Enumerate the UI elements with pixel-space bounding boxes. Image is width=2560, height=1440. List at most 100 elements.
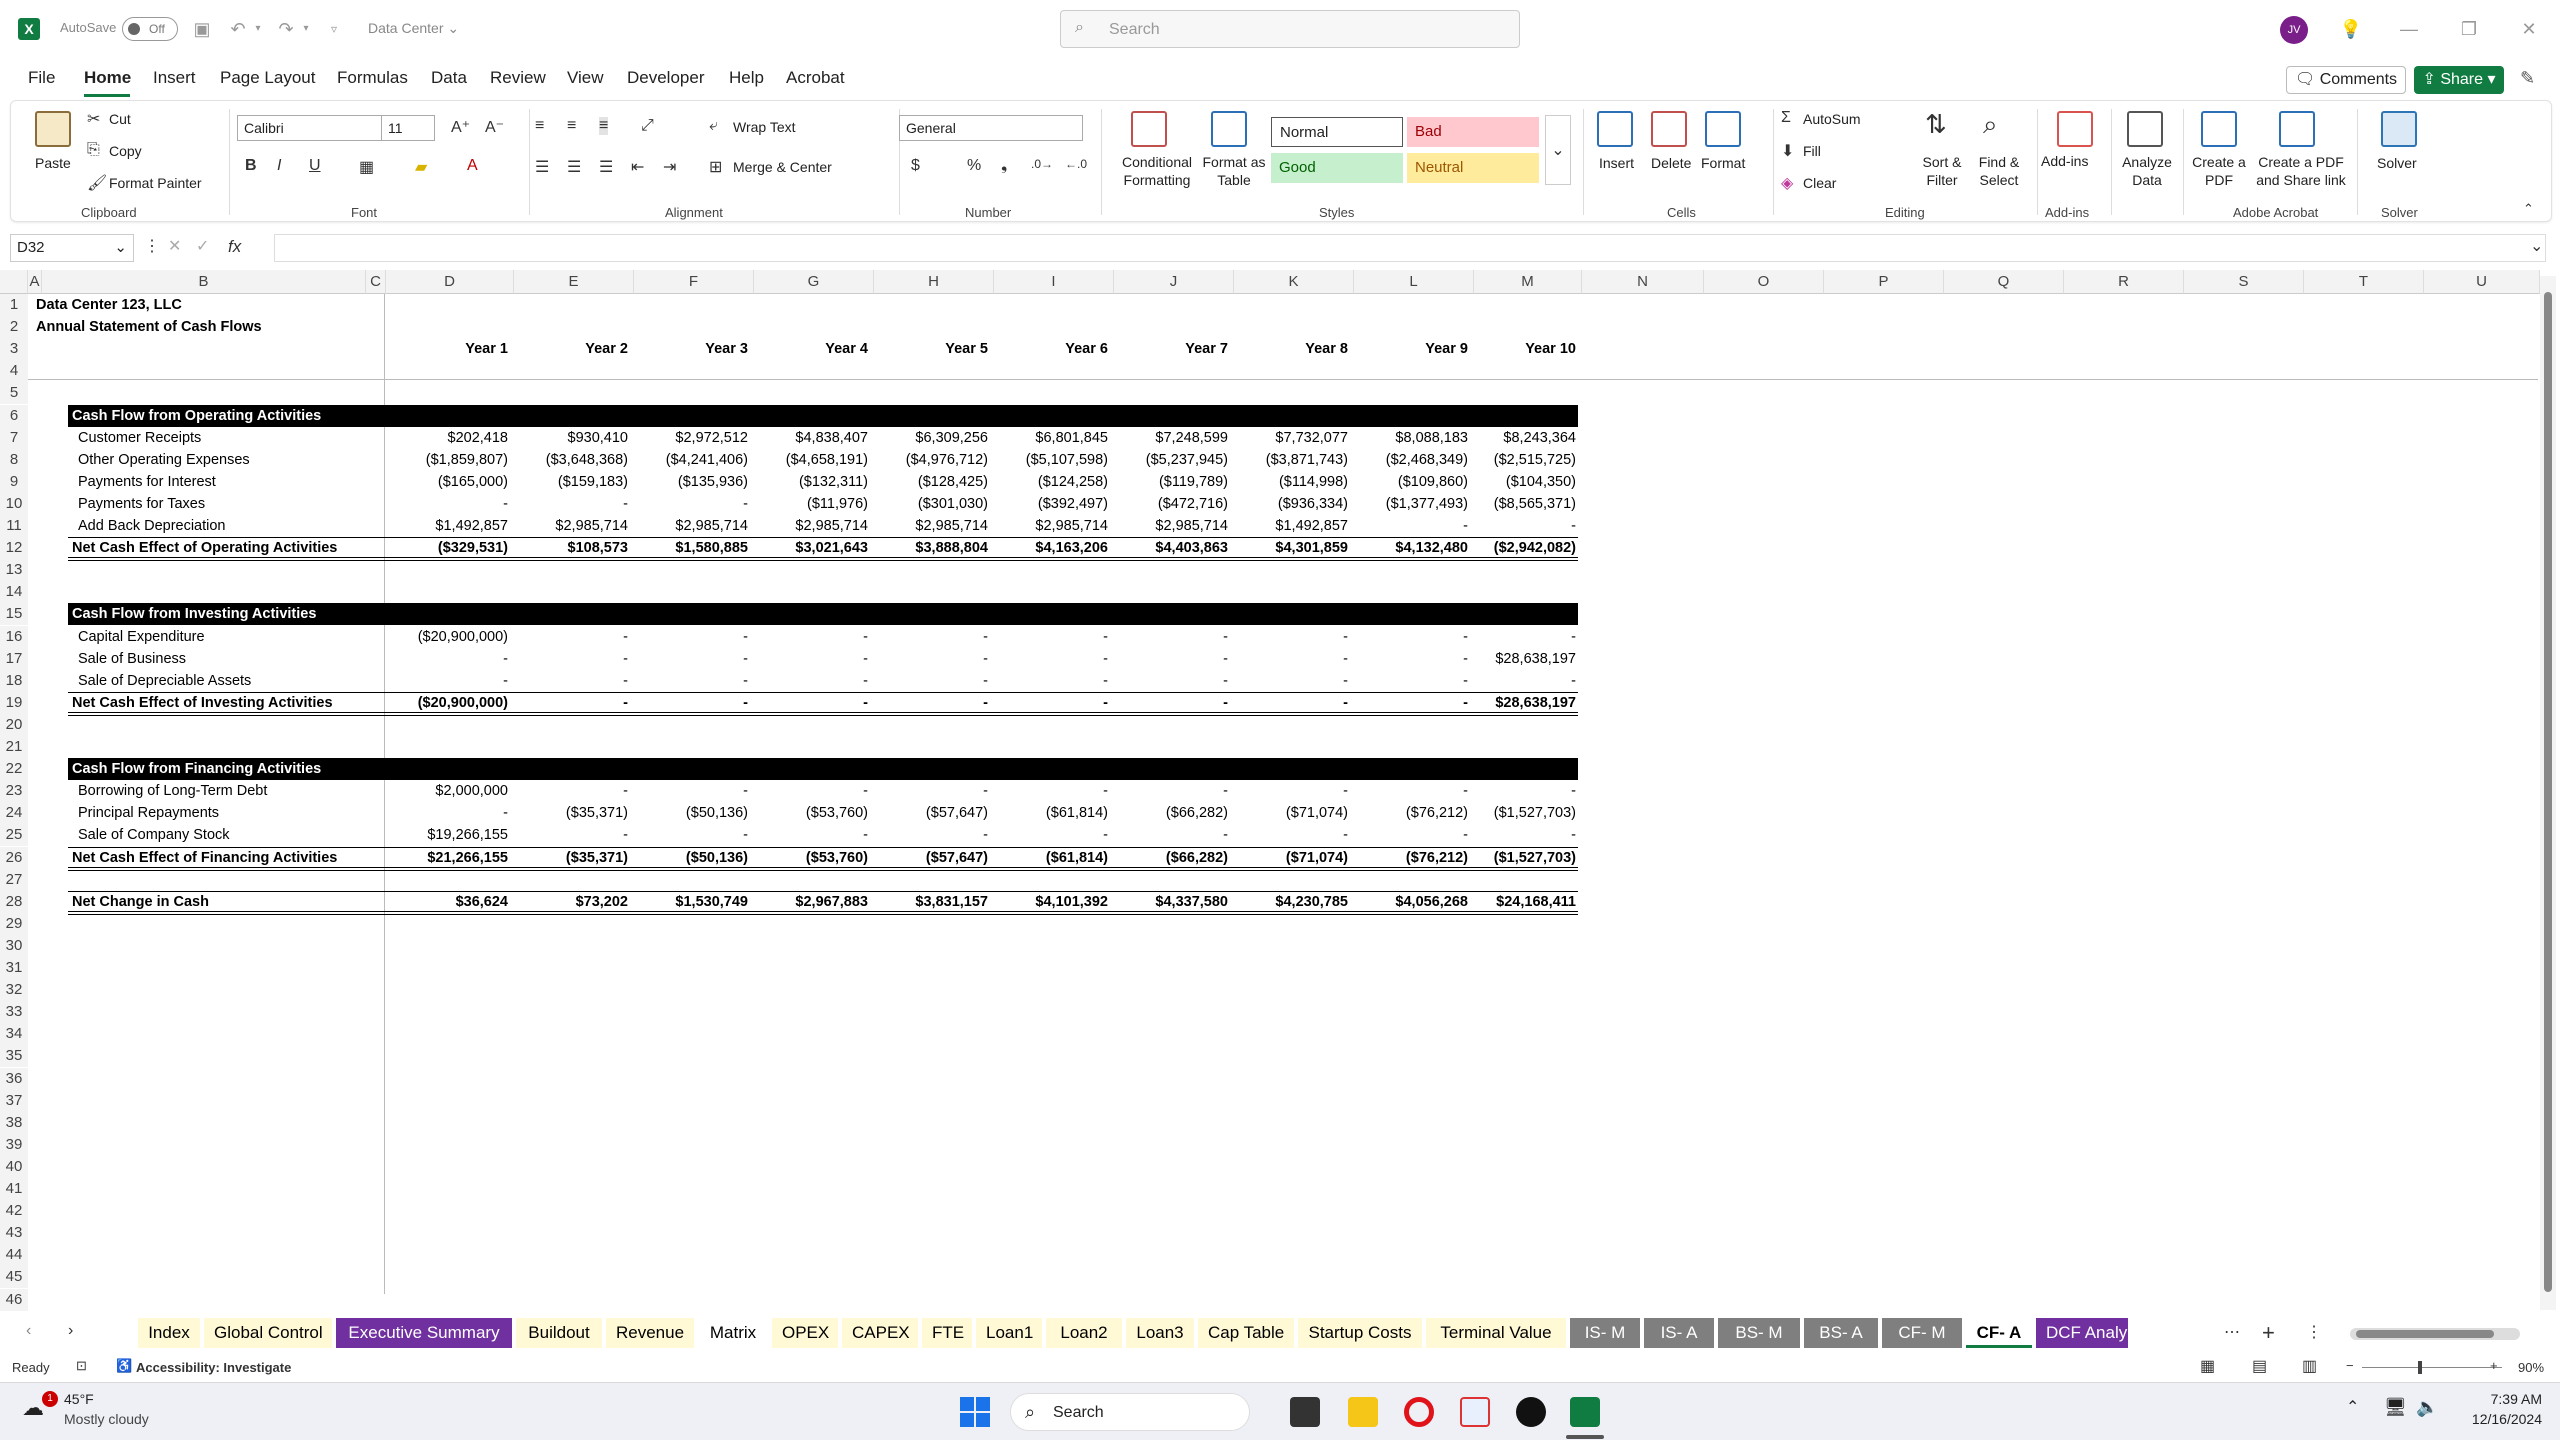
sheet-tab-is-m[interactable]: IS- M xyxy=(1570,1318,1640,1348)
weather-condition[interactable]: Mostly cloudy xyxy=(64,1411,149,1427)
line-item-label[interactable]: Sale of Depreciable Assets xyxy=(78,670,378,692)
search-box[interactable]: ⌕ Search xyxy=(1060,10,1520,48)
create-pdf-button[interactable]: Create a PDF xyxy=(2187,153,2251,189)
chevron-up-icon[interactable]: ⌃ xyxy=(2346,1397,2359,1417)
value-cell[interactable]: $21,266,155 xyxy=(386,847,508,869)
row-header[interactable]: 23 xyxy=(0,780,28,803)
column-header-q[interactable]: Q xyxy=(1944,270,2064,294)
value-cell[interactable]: - xyxy=(634,692,748,714)
tab-help[interactable]: Help xyxy=(729,68,764,88)
italic-icon[interactable]: I xyxy=(277,157,281,175)
row-header[interactable]: 25 xyxy=(0,824,28,847)
name-box[interactable]: D32 ⌄ xyxy=(10,234,134,262)
sheet-tab-bs-m[interactable]: BS- M xyxy=(1718,1318,1800,1348)
value-cell[interactable]: $2,985,714 xyxy=(874,515,988,537)
row-header[interactable]: 36 xyxy=(0,1067,28,1090)
year-header[interactable]: Year 2 xyxy=(514,338,628,360)
value-cell[interactable]: ($119,789) xyxy=(1114,471,1228,493)
coauthoring-icon[interactable]: ✎ xyxy=(2520,68,2535,89)
scroll-right-icon[interactable]: › xyxy=(68,1322,73,1340)
line-item-label[interactable]: Principal Repayments xyxy=(78,802,378,824)
value-cell[interactable]: - xyxy=(1354,670,1468,692)
sheet-tab-terminal-value[interactable]: Terminal Value xyxy=(1426,1318,1566,1348)
comments-button[interactable]: 🗨 Comments xyxy=(2286,66,2406,94)
decrease-font-icon[interactable]: A⁻ xyxy=(485,117,504,137)
column-header-l[interactable]: L xyxy=(1354,270,1474,294)
sheet-tab-dcf-analy[interactable]: DCF Analy xyxy=(2036,1318,2128,1348)
row-header[interactable]: 12 xyxy=(0,537,28,560)
value-cell[interactable]: ($132,311) xyxy=(754,471,868,493)
value-cell[interactable]: ($61,814) xyxy=(994,847,1108,869)
row-header[interactable]: 35 xyxy=(0,1045,28,1068)
undo-dropdown-icon[interactable]: ▾ xyxy=(246,17,270,41)
value-cell[interactable]: - xyxy=(514,824,628,846)
value-cell[interactable]: ($4,976,712) xyxy=(874,449,988,471)
value-cell[interactable]: ($159,183) xyxy=(514,471,628,493)
row-header[interactable]: 24 xyxy=(0,802,28,825)
value-cell[interactable]: - xyxy=(514,670,628,692)
value-cell[interactable]: ($114,998) xyxy=(1234,471,1348,493)
value-cell[interactable]: ($4,241,406) xyxy=(634,449,748,471)
value-cell[interactable]: - xyxy=(1234,780,1348,802)
row-header[interactable]: 28 xyxy=(0,890,28,913)
weather-temp[interactable]: 45°F xyxy=(64,1391,94,1407)
value-cell[interactable]: $24,168,411 xyxy=(1474,891,1576,913)
row-header[interactable]: 21 xyxy=(0,736,28,758)
section-header[interactable]: Cash Flow from Operating Activities xyxy=(72,405,372,427)
column-header-f[interactable]: F xyxy=(634,270,754,294)
font-name-combo[interactable]: Calibri xyxy=(237,115,385,141)
value-cell[interactable]: ($329,531) xyxy=(386,537,508,559)
value-cell[interactable]: $4,301,859 xyxy=(1234,537,1348,559)
value-cell[interactable]: - xyxy=(1114,648,1228,670)
value-cell[interactable]: ($2,515,725) xyxy=(1474,449,1576,471)
value-cell[interactable]: $4,337,580 xyxy=(1114,891,1228,913)
align-right-icon[interactable]: ☰ xyxy=(599,157,613,177)
more-sheets-icon[interactable]: ⋯ xyxy=(2224,1322,2240,1342)
value-cell[interactable]: - xyxy=(1474,515,1576,537)
column-header-u[interactable]: U xyxy=(2424,270,2540,294)
value-cell[interactable]: ($109,860) xyxy=(1354,471,1468,493)
row-header[interactable]: 2 xyxy=(0,316,28,339)
value-cell[interactable]: - xyxy=(1234,824,1348,846)
line-item-label[interactable]: Borrowing of Long-Term Debt xyxy=(78,780,378,802)
year-header[interactable]: Year 1 xyxy=(386,338,508,360)
increase-indent-icon[interactable]: ⇥ xyxy=(663,157,676,177)
format-painter-button[interactable]: Format Painter xyxy=(109,175,202,191)
clock-date[interactable]: 12/16/2024 xyxy=(2456,1411,2542,1427)
sheet-tab-loan1[interactable]: Loan1 xyxy=(976,1318,1042,1348)
horizontal-scrollbar[interactable] xyxy=(2350,1328,2520,1340)
value-cell[interactable]: $202,418 xyxy=(386,427,508,449)
row-header[interactable]: 10 xyxy=(0,492,28,515)
row-header[interactable]: 45 xyxy=(0,1266,28,1289)
sheet-tab-cap-table[interactable]: Cap Table xyxy=(1198,1318,1294,1348)
value-cell[interactable]: $2,985,714 xyxy=(1114,515,1228,537)
value-cell[interactable]: ($128,425) xyxy=(874,471,988,493)
snipping-tool-icon[interactable] xyxy=(1460,1397,1490,1427)
decrease-decimal-icon[interactable]: ←.0 xyxy=(1065,157,1087,171)
row-header[interactable]: 4 xyxy=(0,360,28,383)
copy-button[interactable]: Copy xyxy=(109,143,142,159)
sheet-tab-startup-costs[interactable]: Startup Costs xyxy=(1298,1318,1422,1348)
column-header-h[interactable]: H xyxy=(874,270,994,294)
add-sheet-icon[interactable]: + xyxy=(2262,1320,2275,1346)
row-header[interactable]: 15 xyxy=(0,603,28,626)
value-cell[interactable]: ($8,565,371) xyxy=(1474,493,1576,515)
year-header[interactable]: Year 4 xyxy=(754,338,868,360)
value-cell[interactable]: - xyxy=(1114,780,1228,802)
value-cell[interactable]: - xyxy=(1354,515,1468,537)
value-cell[interactable]: $108,573 xyxy=(514,537,628,559)
currency-icon[interactable]: $ xyxy=(911,157,920,175)
row-header[interactable]: 11 xyxy=(0,515,28,537)
paste-button[interactable]: Paste xyxy=(35,155,71,171)
conditional-formatting-button[interactable]: Conditional Formatting xyxy=(1105,153,1209,189)
value-cell[interactable]: ($35,371) xyxy=(514,847,628,869)
style-normal[interactable]: Normal xyxy=(1271,117,1403,147)
row-header[interactable]: 29 xyxy=(0,912,28,935)
number-format-combo[interactable]: General xyxy=(899,115,1083,141)
normal-view-icon[interactable]: ▦ xyxy=(2200,1356,2215,1376)
value-cell[interactable]: - xyxy=(1354,626,1468,648)
value-cell[interactable]: $8,243,364 xyxy=(1474,427,1576,449)
tab-review[interactable]: Review xyxy=(490,68,546,88)
increase-decimal-icon[interactable]: .0→ xyxy=(1031,157,1053,171)
tab-developer[interactable]: Developer xyxy=(627,68,705,88)
